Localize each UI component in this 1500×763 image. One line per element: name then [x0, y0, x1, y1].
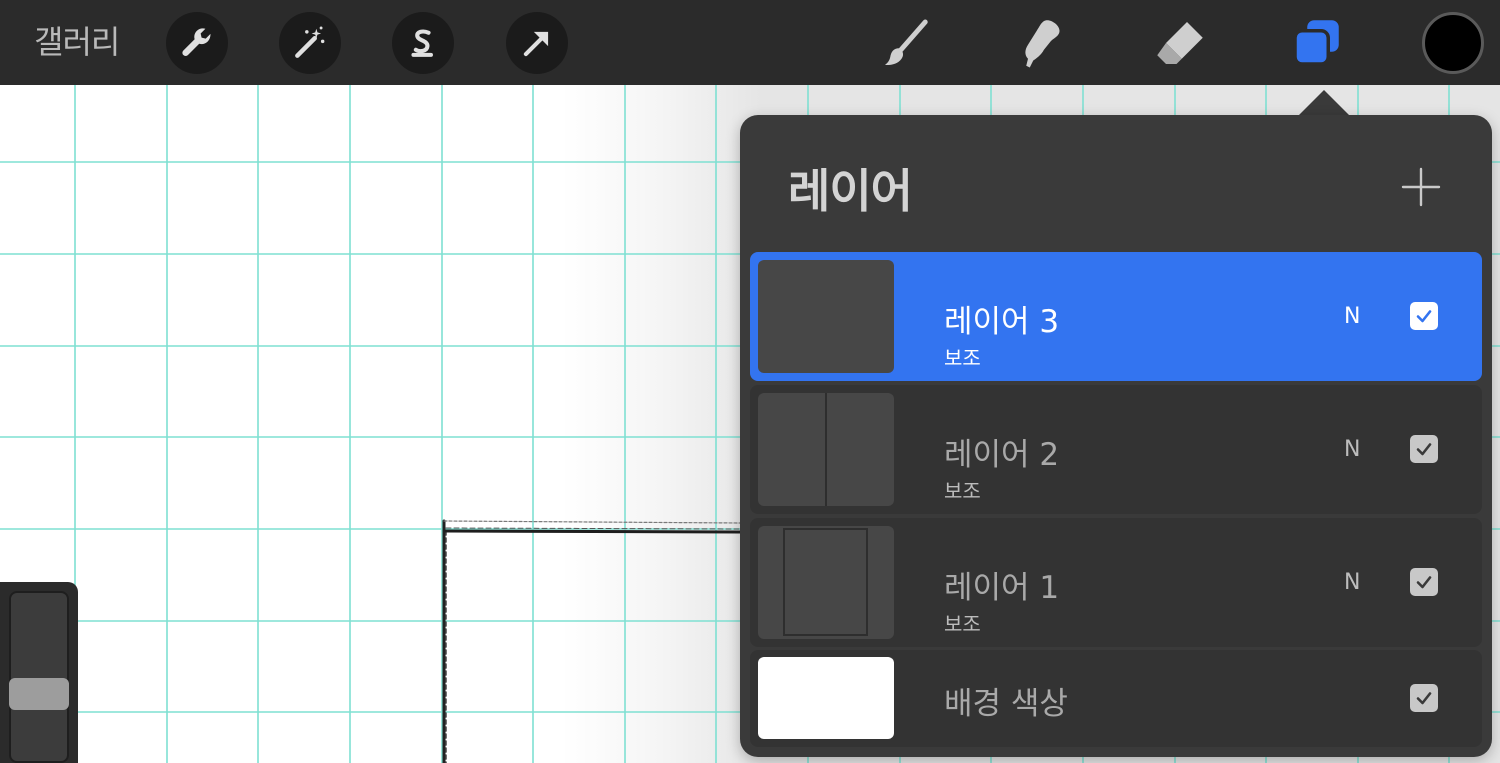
magic-wand-icon — [295, 26, 325, 58]
adjustments-button[interactable] — [279, 12, 341, 74]
layer-visibility-checkbox[interactable] — [1410, 568, 1438, 596]
layer-row[interactable]: 레이어 3 보조 N — [750, 252, 1482, 381]
layer-thumbnail — [758, 260, 894, 373]
background-color-label: 배경 색상 — [944, 686, 1068, 722]
brush-button[interactable] — [875, 12, 937, 74]
blend-mode-button[interactable]: N — [1344, 570, 1360, 595]
layer-thumbnail — [758, 393, 894, 506]
background-visibility-checkbox[interactable] — [1410, 684, 1438, 712]
top-toolbar: 갤러리 — [0, 0, 1500, 85]
layer-subtitle: 보조 — [944, 479, 981, 503]
transform-arrow-icon — [523, 31, 549, 57]
eraser-icon — [1157, 22, 1203, 64]
layer-name: 레이어 3 — [944, 304, 1060, 340]
layer-name: 레이어 1 — [944, 570, 1060, 606]
layer-row[interactable]: 레이어 1 보조 N — [750, 518, 1482, 647]
layers-panel-pointer — [1298, 90, 1350, 116]
layer-name: 레이어 2 — [944, 437, 1060, 473]
brush-icon — [885, 19, 928, 66]
brush-size-slider[interactable] — [9, 591, 69, 763]
blend-mode-button[interactable]: N — [1344, 437, 1360, 462]
layer-row[interactable]: 레이어 2 보조 N — [750, 385, 1482, 514]
blend-mode-button[interactable]: N — [1344, 304, 1360, 329]
layer-visibility-checkbox[interactable] — [1410, 435, 1438, 463]
layer-subtitle: 보조 — [944, 612, 981, 636]
brush-size-slider-thumb[interactable] — [9, 678, 69, 710]
smudge-icon — [1025, 20, 1060, 68]
color-picker-swatch[interactable] — [1422, 12, 1484, 74]
selection-button[interactable] — [392, 12, 454, 74]
wrench-icon — [182, 28, 211, 56]
smudge-button[interactable] — [1011, 12, 1073, 74]
transform-button[interactable] — [506, 12, 568, 74]
layer-subtitle: 보조 — [944, 346, 981, 370]
checkmark-icon — [1416, 310, 1432, 323]
layers-icon — [1293, 20, 1339, 66]
eraser-button[interactable] — [1149, 12, 1211, 74]
checkmark-icon — [1416, 576, 1432, 589]
layers-button[interactable] — [1285, 12, 1347, 74]
layer-visibility-checkbox[interactable] — [1410, 302, 1438, 330]
checkmark-icon — [1416, 692, 1432, 705]
actions-wrench-button[interactable] — [166, 12, 228, 74]
selection-s-icon — [411, 29, 433, 57]
brush-size-sidebar — [0, 582, 78, 763]
background-color-row[interactable]: 배경 색상 — [750, 650, 1482, 747]
add-layer-plus-icon[interactable] — [1399, 165, 1443, 209]
pencil-stroke — [442, 519, 742, 763]
layers-panel-title: 레이어 — [788, 164, 913, 218]
gallery-button[interactable]: 갤러리 — [34, 20, 120, 64]
layer-thumbnail — [758, 526, 894, 639]
checkmark-icon — [1416, 443, 1432, 456]
layers-panel: 레이어 레이어 3 보조 N 레이어 2 보조 N 레이어 1 보조 N 배경 … — [740, 115, 1492, 757]
background-color-thumbnail — [758, 657, 894, 739]
